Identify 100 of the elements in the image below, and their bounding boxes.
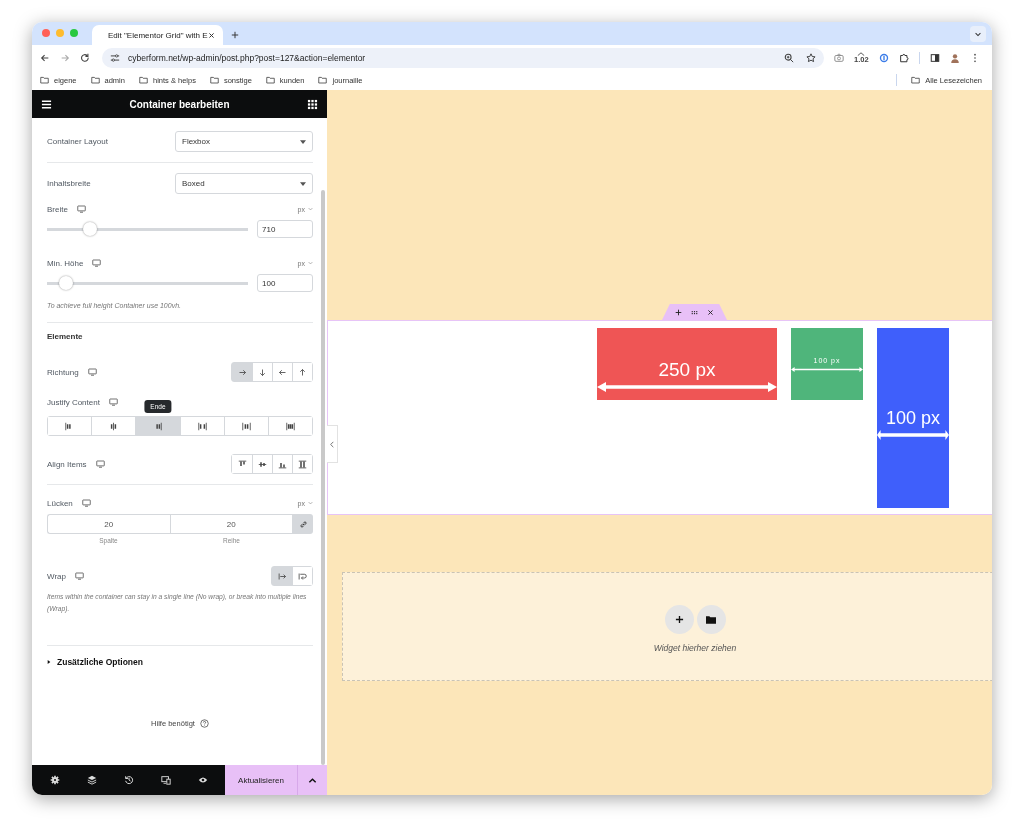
update-button[interactable]: Aktualisieren <box>225 765 297 795</box>
field-label: Container Layout <box>47 137 109 146</box>
desktop-icon[interactable] <box>92 259 102 267</box>
help-icon[interactable] <box>199 719 209 728</box>
folder-icon <box>209 76 219 84</box>
site-settings-icon[interactable] <box>110 52 120 63</box>
dropdown-caret-icon <box>300 181 306 186</box>
space-between-icon <box>197 421 207 431</box>
folder-icon <box>318 76 328 84</box>
folder-icon <box>911 76 921 84</box>
double-arrow-icon <box>877 430 949 440</box>
slider-thumb[interactable] <box>82 222 97 236</box>
dropdown-caret-icon <box>300 139 306 144</box>
template-library-button[interactable] <box>696 604 726 634</box>
chevron-left-icon <box>330 440 334 448</box>
side-panel-icon[interactable] <box>929 52 940 63</box>
drop-zone[interactable]: Widget hierher ziehen <box>342 572 992 681</box>
wrap-option[interactable] <box>272 567 292 585</box>
align-top-icon <box>237 459 247 469</box>
arrow-down-icon <box>258 367 267 377</box>
scrollbar-thumb[interactable] <box>321 190 325 765</box>
desktop-icon[interactable] <box>74 572 84 580</box>
address-bar[interactable]: cyberform.net/wp-admin/post.php?post=127&action=elementor <box>128 52 366 63</box>
select-field[interactable]: Boxed <box>175 173 313 194</box>
reload-icon[interactable] <box>80 52 90 63</box>
arrow-right-icon <box>237 367 247 377</box>
add-icon[interactable] <box>675 308 682 316</box>
no-wrap-icon <box>277 571 287 581</box>
field-label: Justify Content <box>47 397 100 407</box>
align-stretch-icon <box>298 459 307 469</box>
chevron-up-icon <box>308 775 317 785</box>
field-label: Wrap <box>47 571 66 581</box>
space-around-icon <box>241 421 251 431</box>
folder-icon <box>138 76 148 84</box>
desktop-icon[interactable] <box>76 205 86 213</box>
number-field[interactable]: 100 <box>257 274 313 292</box>
close-window-button[interactable] <box>42 29 50 37</box>
folder-icon <box>90 76 100 84</box>
triangle-icon <box>47 660 51 664</box>
drag-handle-icon[interactable] <box>691 308 698 316</box>
field-label: Lücken <box>47 498 73 508</box>
responsive-icon[interactable] <box>160 775 171 785</box>
gap-field[interactable]: 20 <box>169 514 293 534</box>
folder-icon <box>265 76 275 84</box>
box-label: 250 px <box>658 360 716 379</box>
menu-icon[interactable] <box>41 98 52 110</box>
direction-option[interactable] <box>292 363 312 381</box>
wrap-icon <box>298 571 307 581</box>
settings-icon[interactable] <box>49 775 60 785</box>
box-label: 100 px <box>885 409 940 427</box>
chevron-down-icon <box>974 30 982 38</box>
camera-icon[interactable] <box>834 52 844 63</box>
folder-icon <box>40 76 49 84</box>
widgets-grid-icon[interactable] <box>307 98 318 110</box>
field-label: Richtung <box>47 367 79 377</box>
folder-icon <box>706 614 716 624</box>
container-handle[interactable] <box>662 304 727 320</box>
space-evenly-icon <box>285 421 295 431</box>
arrow-up-icon <box>298 367 307 377</box>
caret-up-icon <box>856 51 867 56</box>
close-tab-icon[interactable] <box>208 31 215 39</box>
desktop-icon[interactable] <box>95 460 105 468</box>
profile-avatar-icon[interactable] <box>949 52 960 63</box>
layers-icon[interactable] <box>86 775 97 785</box>
desktop-icon[interactable] <box>81 499 91 507</box>
justify-end-icon <box>153 421 163 431</box>
field-label: Inhaltsbreite <box>47 179 92 188</box>
desktop-icon[interactable] <box>87 368 97 376</box>
tab-search-button[interactable] <box>970 26 986 42</box>
extensions-icon[interactable] <box>898 52 909 63</box>
wrap-option[interactable] <box>292 567 312 585</box>
slider-thumb[interactable] <box>59 276 74 290</box>
field-label: Min. Höhe <box>47 258 84 268</box>
browser-tab[interactable]: Edit "Elementor Grid" with El <box>92 25 223 45</box>
drop-zone-text: Widget hierher ziehen <box>653 642 737 653</box>
field-label: Align Items <box>47 459 87 469</box>
desktop-icon[interactable] <box>108 398 118 406</box>
justify-option[interactable] <box>267 417 313 435</box>
history-icon[interactable] <box>123 775 134 785</box>
preview-eye-icon[interactable] <box>197 775 208 785</box>
new-tab-icon[interactable] <box>231 31 239 39</box>
link-icon <box>298 519 308 529</box>
gap-field[interactable]: 20 <box>47 514 170 534</box>
zoom-icon[interactable] <box>784 52 794 63</box>
back-icon[interactable] <box>40 52 50 63</box>
password-manager-icon[interactable] <box>878 52 889 63</box>
plus-icon <box>674 614 684 624</box>
star-icon[interactable] <box>806 52 816 63</box>
collapse-panel-handle[interactable] <box>327 425 338 463</box>
panel-title: Container bearbeiten <box>128 98 231 110</box>
direction-option[interactable] <box>232 363 252 381</box>
close-icon[interactable] <box>707 308 714 316</box>
field-label: Breite <box>47 204 68 214</box>
link-values-button[interactable] <box>293 514 313 534</box>
align-option[interactable] <box>292 455 312 473</box>
select-field[interactable]: Flexbox <box>175 131 313 152</box>
double-arrow-icon <box>791 366 863 372</box>
section-toggle[interactable]: Zusätzliche Optionen <box>47 646 313 667</box>
number-field[interactable]: 710 <box>257 220 313 238</box>
forward-icon[interactable] <box>60 52 70 63</box>
